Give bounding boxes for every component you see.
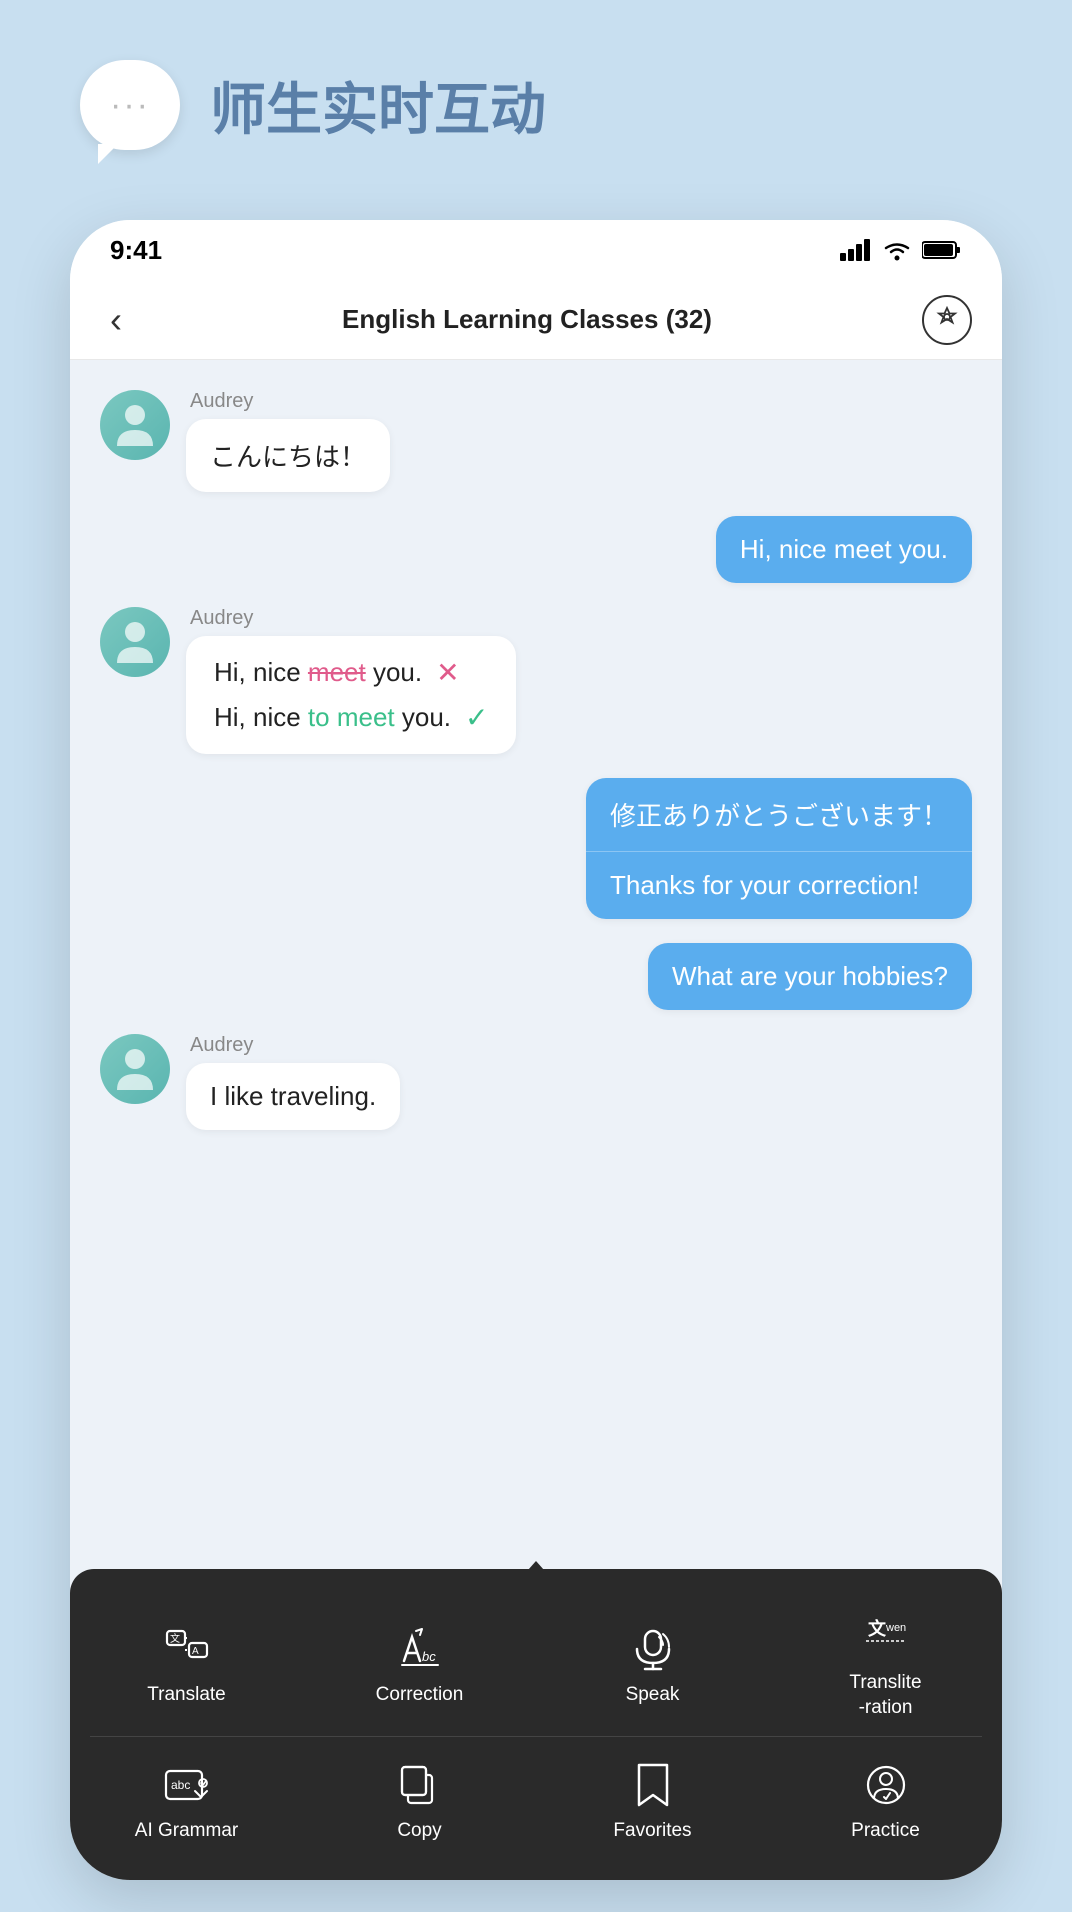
x-mark-icon: ✕ (436, 656, 459, 689)
message-row-sent: Hi, nice meet you. (100, 516, 972, 583)
favorites-icon (635, 1761, 671, 1809)
transliteration-icon: 文 wen (862, 1613, 910, 1661)
status-bar: 9:41 (70, 220, 1002, 280)
transliteration-label: Translite -ration (849, 1671, 921, 1720)
signal-icon (840, 239, 872, 261)
message-row: Audrey こんにちは！ (100, 390, 972, 492)
nav-title: English Learning Classes (32) (152, 304, 902, 335)
menu-item-favorites[interactable]: Favorites (536, 1737, 769, 1860)
menu-item-practice[interactable]: Practice (769, 1737, 1002, 1860)
message-bubble-traveling: I like traveling. (186, 1063, 400, 1130)
avatar (100, 607, 170, 677)
translate-icon: 文 A (165, 1625, 209, 1673)
menu-item-transliteration[interactable]: 文 wen Translite -ration (769, 1589, 1002, 1736)
bubble-line1: 修正ありがとうございます！ (586, 778, 972, 852)
svg-text:bc: bc (422, 1649, 436, 1664)
message-row-traveling: Audrey I like traveling. (100, 1034, 972, 1130)
wifi-icon (882, 239, 912, 261)
page-background: ··· 师生实时互动 9:41 (0, 0, 1072, 1912)
header-title: 师生实时互动 (210, 65, 546, 146)
svg-text:wen: wen (885, 1622, 906, 1634)
menu-item-ai-grammar[interactable]: abc AI Grammar (70, 1737, 303, 1860)
message-content: What are your hobbies? (648, 943, 972, 1010)
correction-right-line: Hi, nice to meet you. ✓ (214, 701, 488, 734)
message-content: Audrey I like traveling. (186, 1034, 400, 1130)
message-row-hobbies: What are your hobbies? (100, 943, 972, 1010)
message-bubble-hobbies: What are your hobbies? (648, 943, 972, 1010)
ai-grammar-icon: abc (163, 1761, 211, 1809)
settings-button[interactable] (922, 295, 972, 345)
copy-label: Copy (397, 1819, 441, 1844)
correction-label: Correction (376, 1683, 464, 1708)
status-time: 9:41 (110, 235, 162, 266)
message-bubble-multi: 修正ありがとうございます！ Thanks for your correction… (586, 778, 972, 919)
svg-text:abc: abc (171, 1778, 190, 1792)
sender-name: Audrey (190, 390, 390, 413)
sender-name: Audrey (190, 607, 516, 630)
practice-label: Practice (851, 1819, 920, 1844)
speak-icon (631, 1625, 675, 1673)
practice-icon (864, 1761, 908, 1809)
abc-correction-icon: bc (396, 1625, 444, 1673)
message-content: Hi, nice meet you. (716, 516, 972, 583)
menu-row-2: abc AI Grammar (70, 1737, 1002, 1860)
svg-text:A: A (192, 1646, 199, 1657)
speak-label: Speak (626, 1683, 680, 1708)
menu-item-copy[interactable]: Copy (303, 1737, 536, 1860)
message-content-correction: Audrey Hi, nice meet you. ✕ Hi, nice to … (186, 607, 516, 754)
ai-grammar-label: AI Grammar (135, 1819, 238, 1844)
back-button[interactable]: ‹ (100, 289, 132, 351)
page-header: ··· 师生实时互动 (0, 0, 1072, 190)
status-icons (840, 239, 962, 261)
chat-bubble-icon: ··· (80, 60, 180, 150)
phone-frame: 9:41 (70, 220, 1002, 1880)
bubble-line2: Thanks for your correction! (586, 852, 972, 919)
menu-item-correction[interactable]: bc Correction (303, 1589, 536, 1736)
correct-word: to meet (308, 702, 395, 732)
nav-bar: ‹ English Learning Classes (32) (70, 280, 1002, 360)
wrong-word: meet (308, 657, 366, 687)
menu-item-translate[interactable]: 文 A Translate (70, 1589, 303, 1736)
avatar (100, 1034, 170, 1104)
correction-wrong-line: Hi, nice meet you. ✕ (214, 656, 488, 689)
correction-bubble: Hi, nice meet you. ✕ Hi, nice to meet yo… (186, 636, 516, 754)
message-content: Audrey こんにちは！ (186, 390, 390, 492)
svg-text:文: 文 (868, 1618, 887, 1639)
settings-icon (933, 306, 961, 334)
message-bubble: こんにちは！ (186, 419, 390, 492)
copy-icon (398, 1761, 442, 1809)
svg-text:文: 文 (170, 1632, 180, 1645)
message-row-correction: Audrey Hi, nice meet you. ✕ Hi, nice to … (100, 607, 972, 754)
message-row-multi: 修正ありがとうございます！ Thanks for your correction… (100, 778, 972, 919)
chat-area: Audrey こんにちは！ Hi, nice meet you. (70, 360, 1002, 1620)
message-content: 修正ありがとうございます！ Thanks for your correction… (586, 778, 972, 919)
battery-icon (922, 239, 962, 261)
menu-row-1: 文 A Translate (70, 1589, 1002, 1736)
message-bubble-sent: Hi, nice meet you. (716, 516, 972, 583)
avatar (100, 390, 170, 460)
sender-name: Audrey (190, 1034, 400, 1057)
translate-label: Translate (147, 1683, 226, 1708)
check-mark-icon: ✓ (465, 701, 488, 734)
context-menu: 文 A Translate (70, 1569, 1002, 1880)
favorites-label: Favorites (613, 1819, 691, 1844)
menu-item-speak[interactable]: Speak (536, 1589, 769, 1736)
